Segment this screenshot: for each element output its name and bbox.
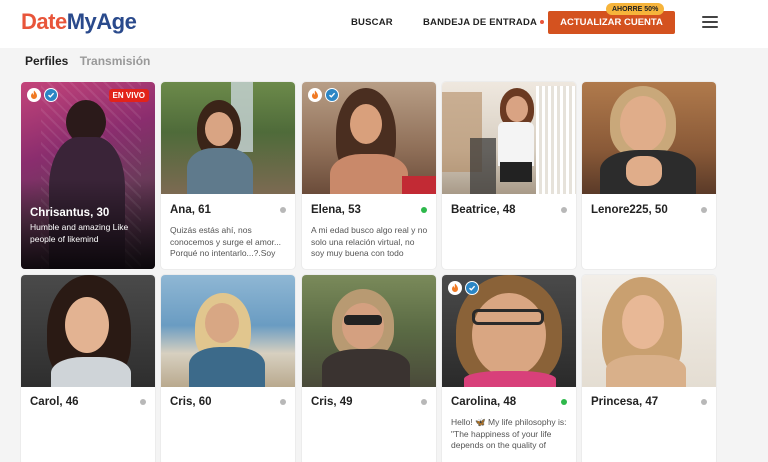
photo-count: 1 xyxy=(449,178,467,265)
profile-name: Cris, 60 xyxy=(170,396,212,408)
photo-count: 2 xyxy=(28,371,46,461)
profile-name: Cris, 49 xyxy=(311,396,353,408)
verified-check-icon xyxy=(325,88,339,102)
profile-name: Lenore225, 50 xyxy=(591,204,668,216)
logo-text-myage: MyAge xyxy=(66,9,137,34)
profile-card[interactable]: 4 Ana, 61 Quizás estás ahí, nos conocemo… xyxy=(161,82,295,269)
camera-icon xyxy=(309,412,320,421)
profile-name: Chrisantus, 30 xyxy=(30,207,110,219)
profile-name: Carol, 46 xyxy=(30,396,79,408)
profile-card[interactable]: 2 Carol, 46 xyxy=(21,275,155,462)
profile-card[interactable]: 8 2 Carolina, 48 Hello! 🦋 My life philos… xyxy=(442,275,576,462)
profile-card[interactable]: 23 4 Elena, 53 A mi edad busco algo real… xyxy=(302,82,436,269)
top-bar: DateMyAge BUSCAR BANDEJA DE ENTRADA ACTU… xyxy=(0,0,768,48)
profile-card[interactable]: 1 Princesa, 47 xyxy=(582,275,716,462)
profile-name: Carolina, 48 xyxy=(451,396,517,408)
offline-status-dot xyxy=(140,399,146,405)
offline-status-dot xyxy=(701,207,707,213)
online-status-dot xyxy=(421,207,427,213)
verified-check-icon xyxy=(44,88,58,102)
camera-icon xyxy=(449,218,460,226)
online-status-dot xyxy=(561,399,567,405)
photo-count: 1 xyxy=(589,371,607,461)
nav-inbox-label: BANDEJA DE ENTRADA xyxy=(423,17,538,28)
fire-icon xyxy=(308,88,322,102)
tab-profiles[interactable]: Perfiles xyxy=(25,54,68,68)
photo-count: 1 xyxy=(309,371,327,461)
profile-description: Hello! 🦋 My life philosophy is: "The hap… xyxy=(451,417,567,450)
photo-count: 1 xyxy=(589,178,607,265)
profile-description: A mi edad busco algo real y no solo una … xyxy=(311,225,428,258)
profile-name: Beatrice, 48 xyxy=(451,204,516,216)
hamburger-menu-icon[interactable] xyxy=(702,16,718,28)
nav-search-link[interactable]: BUSCAR xyxy=(351,17,393,28)
camera-icon xyxy=(589,218,600,226)
offline-status-dot xyxy=(561,207,567,213)
profile-card-featured[interactable]: EN VIVO Chrisantus, 30 Humble and amazin… xyxy=(21,82,155,269)
profile-card[interactable]: 1 Cris, 60 xyxy=(161,275,295,462)
profile-name: Ana, 61 xyxy=(170,204,211,216)
camera-icon xyxy=(589,412,600,421)
camera-icon xyxy=(28,412,39,421)
profile-description: Humble and amazing Like people of likemi… xyxy=(30,222,129,244)
site-logo[interactable]: DateMyAge xyxy=(21,9,137,35)
profile-description: Quizás estás ahí, nos conocemos y surge … xyxy=(170,225,282,258)
tab-streaming[interactable]: Transmisión xyxy=(80,54,151,68)
fire-icon xyxy=(27,88,41,102)
photo-count: 1 xyxy=(168,371,186,461)
fire-icon xyxy=(448,281,462,295)
profile-tabs: Perfiles Transmisión xyxy=(25,54,158,68)
profile-card[interactable]: 1 Beatrice, 48 xyxy=(442,82,576,269)
logo-text-date: Date xyxy=(21,9,67,34)
profile-card[interactable]: 1 Lenore225, 50 xyxy=(582,82,716,269)
verified-check-icon xyxy=(465,281,479,295)
nav-inbox-link[interactable]: BANDEJA DE ENTRADA xyxy=(423,17,545,28)
profile-card[interactable]: 1 Cris, 49 xyxy=(302,275,436,462)
unread-dot xyxy=(540,20,545,25)
profile-name: Elena, 53 xyxy=(311,204,361,216)
offline-status-dot xyxy=(280,207,286,213)
profile-name: Princesa, 47 xyxy=(591,396,659,408)
camera-icon xyxy=(168,412,179,421)
offline-status-dot xyxy=(421,399,427,405)
discount-badge: AHORRE 50% xyxy=(606,3,665,15)
offline-status-dot xyxy=(701,399,707,405)
live-badge: EN VIVO xyxy=(108,89,149,102)
offline-status-dot xyxy=(280,399,286,405)
